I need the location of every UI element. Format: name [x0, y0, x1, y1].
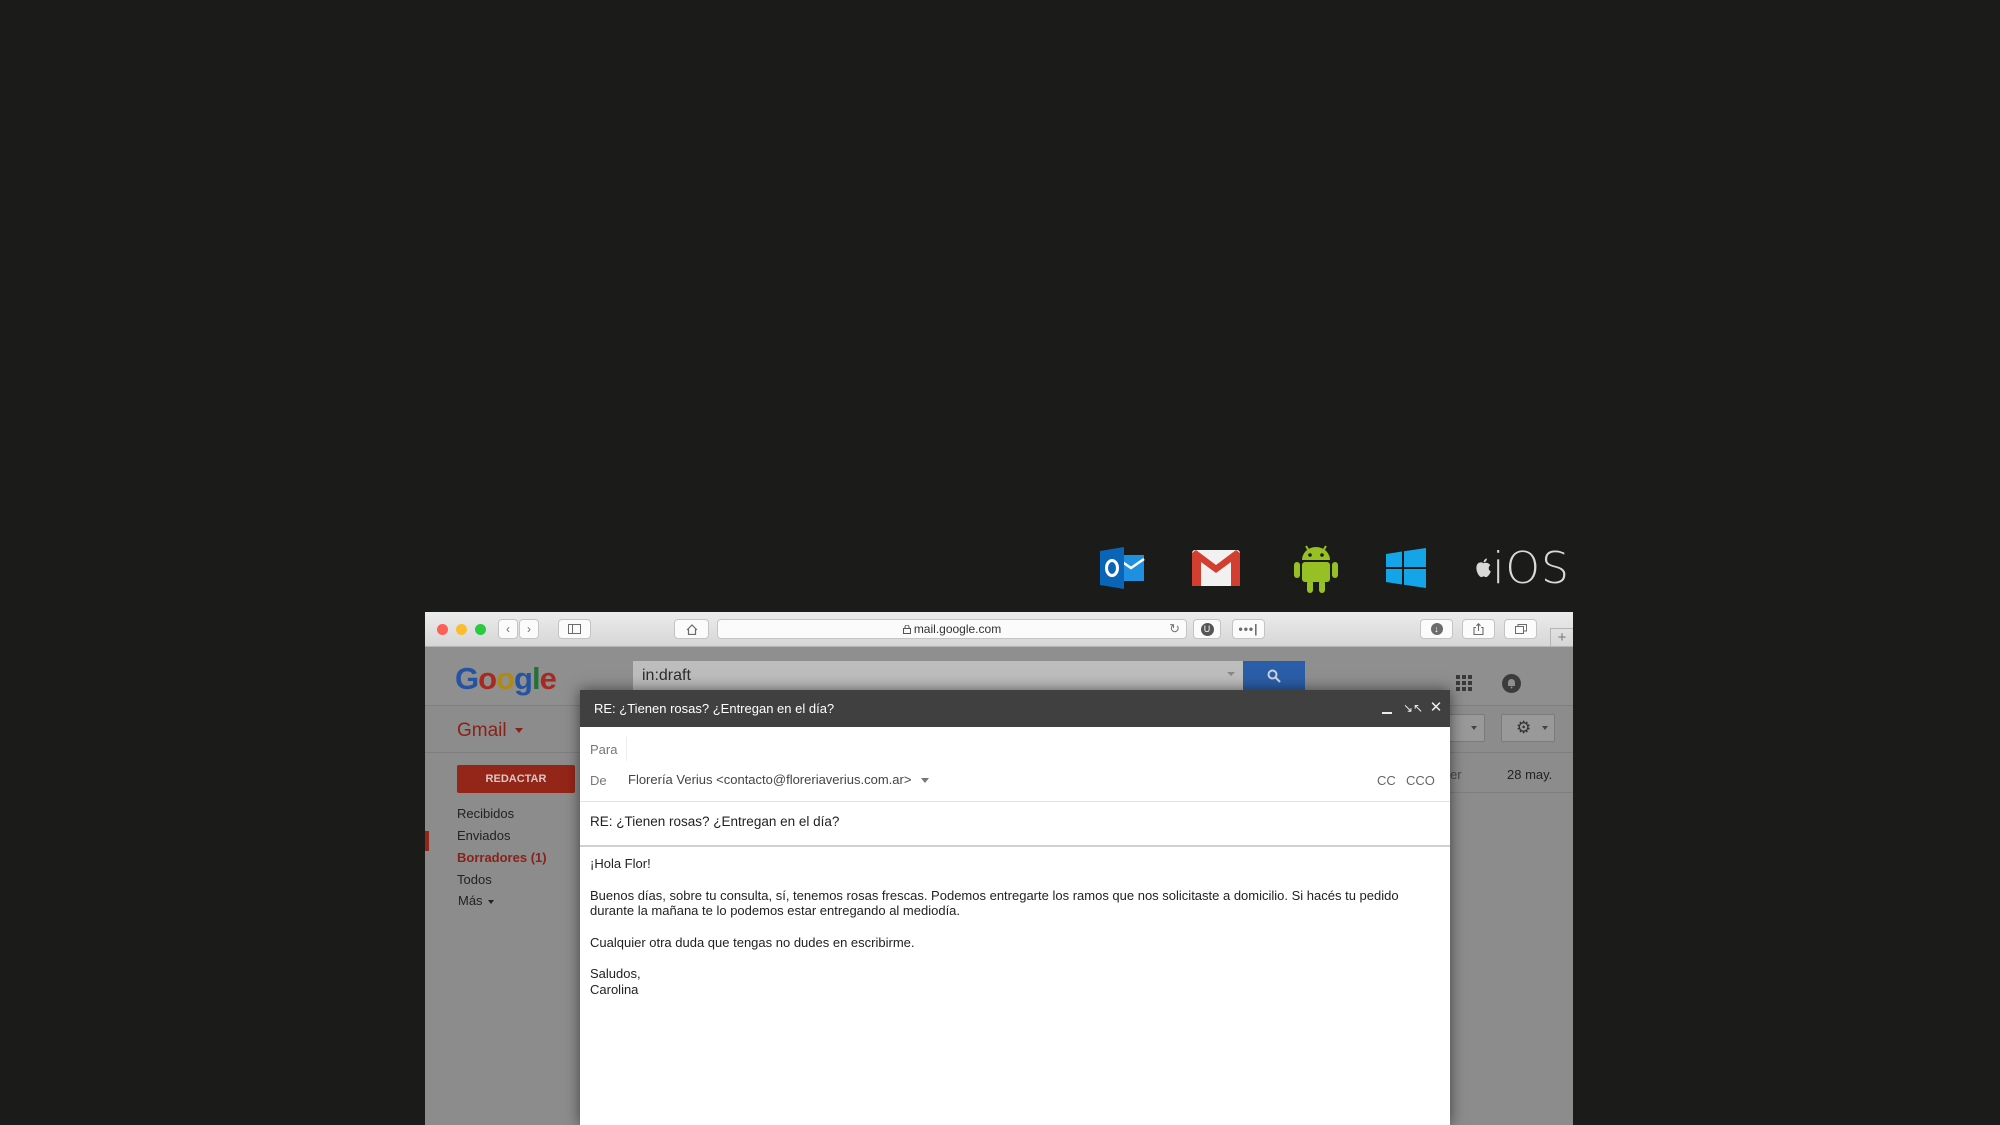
gmail-label: Gmail — [457, 720, 507, 741]
tabs-icon — [1514, 624, 1527, 634]
body-greeting: ¡Hola Flor! — [590, 856, 651, 871]
share-icon — [1473, 623, 1484, 635]
ios-label: iOS — [1492, 542, 1570, 594]
minimize-window-button[interactable] — [456, 624, 467, 635]
android-icon — [1293, 540, 1339, 596]
ios-logo: iOS — [1475, 540, 1570, 596]
nav-drafts[interactable]: Borradores (1) — [457, 850, 547, 865]
close-window-button[interactable] — [437, 624, 448, 635]
home-button[interactable] — [674, 619, 709, 639]
outlook-icon — [1100, 540, 1146, 596]
close-compose-button[interactable]: ✕ — [1427, 699, 1445, 717]
body-closing: Saludos, — [590, 966, 641, 981]
home-icon — [686, 623, 697, 635]
address-bar[interactable]: mail.google.com ↻ — [717, 619, 1187, 639]
body-paragraph-line: Buenos días, sobre tu consulta, sí, tene… — [590, 887, 1399, 903]
body-paragraph: Cualquier otra duda que tengas no dudes … — [590, 934, 915, 950]
search-input[interactable]: in:draft — [633, 661, 1243, 691]
collapse-arrows-icon: ↘↖ — [1403, 701, 1424, 715]
from-value: Florería Verius <contacto@floreriaverius… — [628, 772, 912, 787]
platform-icons: iOS — [1100, 540, 1570, 596]
labels-button[interactable] — [1445, 714, 1485, 742]
windows-icon — [1386, 540, 1426, 596]
sidebar-icon — [568, 624, 581, 634]
divider — [580, 845, 1450, 847]
notifications-icon[interactable] — [1502, 674, 1521, 693]
downloads-button[interactable]: ↓ — [1420, 619, 1453, 639]
apps-grid-icon[interactable] — [1456, 675, 1472, 696]
compose-title: RE: ¿Tienen rosas? ¿Entregan en el día? — [594, 701, 835, 716]
apple-icon — [1476, 558, 1491, 578]
google-logo[interactable]: Google — [455, 661, 557, 697]
caret-down-icon — [1542, 726, 1548, 730]
tabs-button[interactable] — [1504, 619, 1537, 639]
body-paragraph-line: durante la mañana te lo podemos estar en… — [590, 903, 961, 918]
nav-all-mail[interactable]: Todos — [457, 872, 492, 887]
chevron-left-icon: ‹ — [506, 622, 510, 636]
body-signature: Carolina — [590, 981, 639, 997]
new-tab-button[interactable]: + — [1550, 628, 1573, 646]
close-icon: ✕ — [1429, 699, 1443, 716]
search-icon — [1267, 669, 1281, 683]
compose-button[interactable]: REDACTAR — [457, 765, 575, 793]
forward-button[interactable]: › — [519, 619, 539, 639]
settings-button[interactable]: ⚙ — [1501, 714, 1555, 742]
minimize-icon — [1382, 712, 1392, 714]
search-query: in:draft — [642, 667, 691, 684]
compose-dialog: RE: ¿Tienen rosas? ¿Entregan en el día? … — [580, 690, 1450, 1125]
active-nav-marker — [425, 831, 429, 851]
nav-more[interactable]: Más — [458, 893, 495, 908]
zoom-window-button[interactable] — [475, 624, 486, 635]
caret-down-icon — [1471, 726, 1477, 730]
search-options-icon[interactable] — [1227, 672, 1235, 676]
gear-icon: ⚙ — [1516, 718, 1532, 737]
message-body[interactable]: ¡Hola Flor! Buenos días, sobre tu consul… — [590, 856, 1440, 997]
from-label: De — [590, 773, 607, 788]
reload-icon[interactable]: ↻ — [1169, 621, 1180, 637]
bcc-link[interactable]: CCO — [1406, 773, 1435, 788]
gmail-menu[interactable]: Gmail — [457, 720, 523, 742]
download-icon: ↓ — [1430, 623, 1443, 635]
back-button[interactable]: ‹ — [498, 619, 518, 639]
caret-down-icon — [514, 728, 523, 734]
gmail-sidebar: REDACTAR Recibidos Enviados Borradores (… — [425, 752, 585, 1125]
cc-link[interactable]: CC — [1377, 773, 1396, 788]
nav-more-label: Más — [458, 893, 483, 908]
nav-inbox[interactable]: Recibidos — [457, 806, 514, 821]
sidebar-toggle-button[interactable] — [558, 619, 591, 639]
more-dots-icon: •••| — [1238, 622, 1259, 636]
gmail-icon — [1191, 540, 1241, 596]
nav-sent[interactable]: Enviados — [457, 828, 510, 843]
message-row-snippet[interactable]: er — [1450, 767, 1462, 782]
compose-header[interactable]: RE: ¿Tienen rosas? ¿Entregan en el día? … — [580, 690, 1450, 727]
lock-icon — [902, 624, 911, 634]
extension-button[interactable]: U — [1193, 619, 1221, 639]
caret-down-icon — [921, 778, 930, 784]
to-label: Para — [590, 742, 618, 757]
minimize-compose-button[interactable] — [1378, 699, 1396, 717]
url-text: mail.google.com — [913, 622, 1002, 636]
caret-down-icon — [488, 899, 495, 904]
divider — [1445, 792, 1573, 793]
search-button[interactable] — [1243, 661, 1305, 691]
message-row-date: 28 may. — [1507, 767, 1553, 782]
extension-icon: U — [1200, 622, 1214, 636]
divider — [580, 801, 1450, 802]
browser-toolbar: ‹ › mail.google.com ↻ U •••| ↓ + — [425, 612, 1573, 647]
popout-compose-button[interactable]: ↘↖ — [1403, 699, 1424, 717]
from-select[interactable]: Florería Verius <contacto@floreriaverius… — [628, 772, 930, 787]
subject-field[interactable]: RE: ¿Tienen rosas? ¿Entregan en el día? — [590, 814, 839, 829]
chevron-right-icon: › — [527, 622, 531, 636]
to-field[interactable] — [626, 737, 1427, 761]
plus-icon: + — [1557, 629, 1567, 646]
more-button[interactable]: •••| — [1232, 619, 1265, 639]
share-button[interactable] — [1462, 619, 1495, 639]
